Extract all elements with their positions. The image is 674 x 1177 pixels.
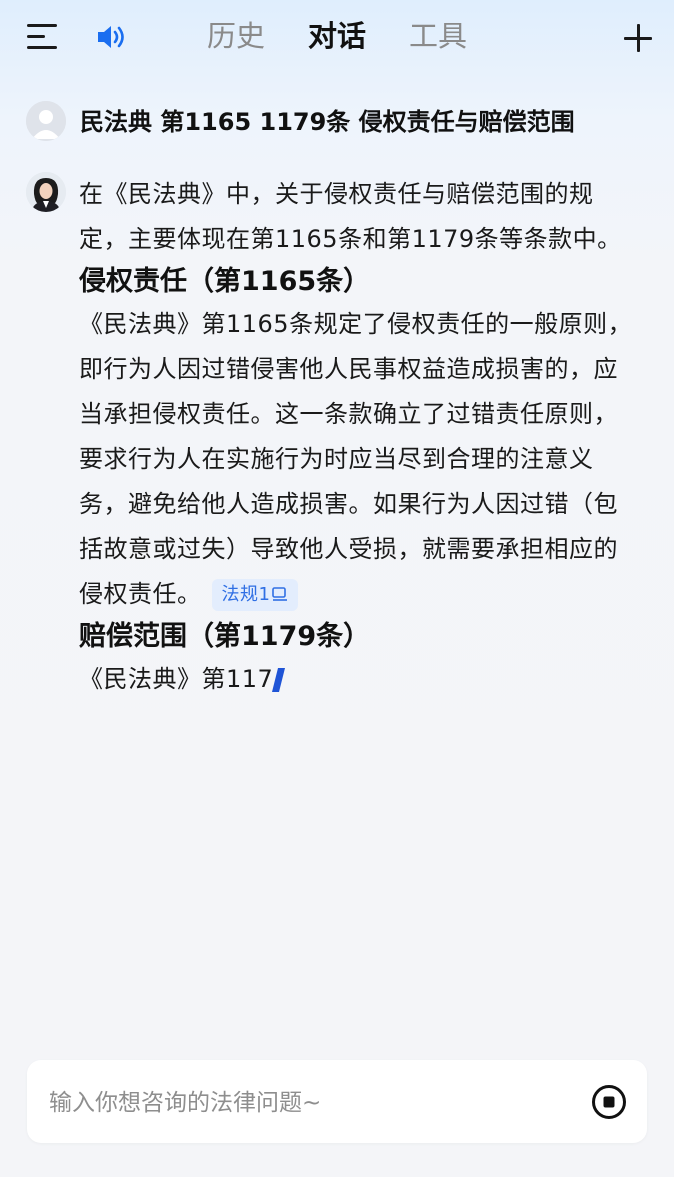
user-question: 民法典 第1165 1179条 侵权责任与赔偿范围: [80, 108, 575, 136]
plus-icon[interactable]: [624, 24, 652, 52]
typing-cursor: [272, 668, 286, 692]
assistant-portrait-icon: [26, 172, 66, 212]
section-body-text: 《民法典》第1165条规定了侵权责任的一般原则，即行为人因过错侵害他人民事权益造…: [79, 310, 633, 608]
section-body-compensation-scope: 《民法典》第117: [79, 657, 639, 702]
assistant-avatar: [26, 172, 66, 212]
user-avatar: [26, 101, 66, 141]
speaker-icon[interactable]: [96, 22, 128, 52]
streaming-text: 《民法典》第117: [79, 665, 274, 693]
tab-tools[interactable]: 工具: [409, 16, 467, 56]
document-icon: [272, 586, 288, 601]
question-input[interactable]: [47, 1082, 571, 1124]
tab-history[interactable]: 历史: [207, 16, 265, 56]
reference-badge-label: 法规1: [221, 584, 271, 605]
section-heading-tort-liability: 侵权责任（第1165条）: [79, 266, 371, 297]
assistant-answer: 在《民法典》中，关于侵权责任与赔偿范围的规定，主要体现在第1165条和第1179…: [79, 172, 639, 702]
answer-intro: 在《民法典》中，关于侵权责任与赔偿范围的规定，主要体现在第1165条和第1179…: [79, 180, 622, 253]
question-input-bar: [27, 1060, 647, 1143]
reference-badge[interactable]: 法规1: [211, 579, 299, 611]
stop-icon: [592, 1085, 626, 1119]
user-silhouette-icon: [26, 101, 66, 141]
hamburger-menu-icon[interactable]: [27, 24, 59, 50]
stop-button[interactable]: [591, 1084, 627, 1120]
section-body-tort-liability: 《民法典》第1165条规定了侵权责任的一般原则，即行为人因过错侵害他人民事权益造…: [79, 302, 639, 617]
section-heading-compensation-scope: 赔偿范围（第1179条）: [79, 621, 371, 652]
tab-chat[interactable]: 对话: [308, 16, 366, 56]
top-bar: 历史 对话 工具: [0, 0, 674, 72]
